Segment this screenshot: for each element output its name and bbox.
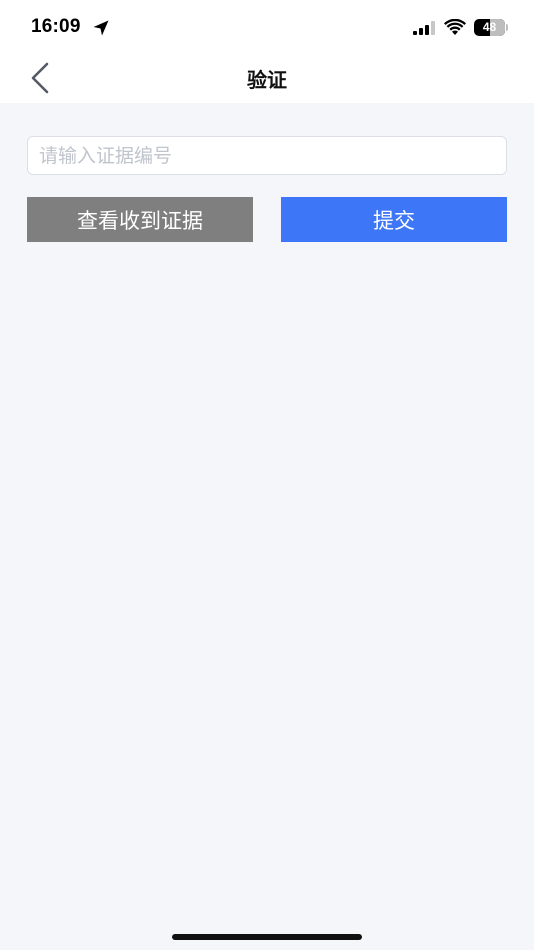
evidence-number-input[interactable]: [28, 137, 506, 174]
battery-level: 48: [482, 20, 497, 34]
screen: 16:09 48 验证 请输入证据编号 查看收到证据 提交: [0, 0, 534, 950]
status-time: 16:09: [31, 16, 81, 37]
location-arrow-icon: [93, 20, 109, 36]
status-bar: 16:09 48: [0, 0, 534, 54]
view-received-evidence-button[interactable]: 查看收到证据: [27, 197, 253, 242]
cellular-signal-icon: [413, 21, 435, 35]
nav-bar: 验证: [0, 54, 534, 103]
home-indicator[interactable]: [172, 934, 362, 940]
submit-button[interactable]: 提交: [281, 197, 507, 242]
evidence-number-field: [27, 136, 507, 175]
battery-indicator: 48: [474, 19, 508, 36]
page-title: 验证: [247, 68, 287, 92]
wifi-icon: [444, 19, 466, 35]
header-area: 16:09 48 验证: [0, 0, 534, 103]
